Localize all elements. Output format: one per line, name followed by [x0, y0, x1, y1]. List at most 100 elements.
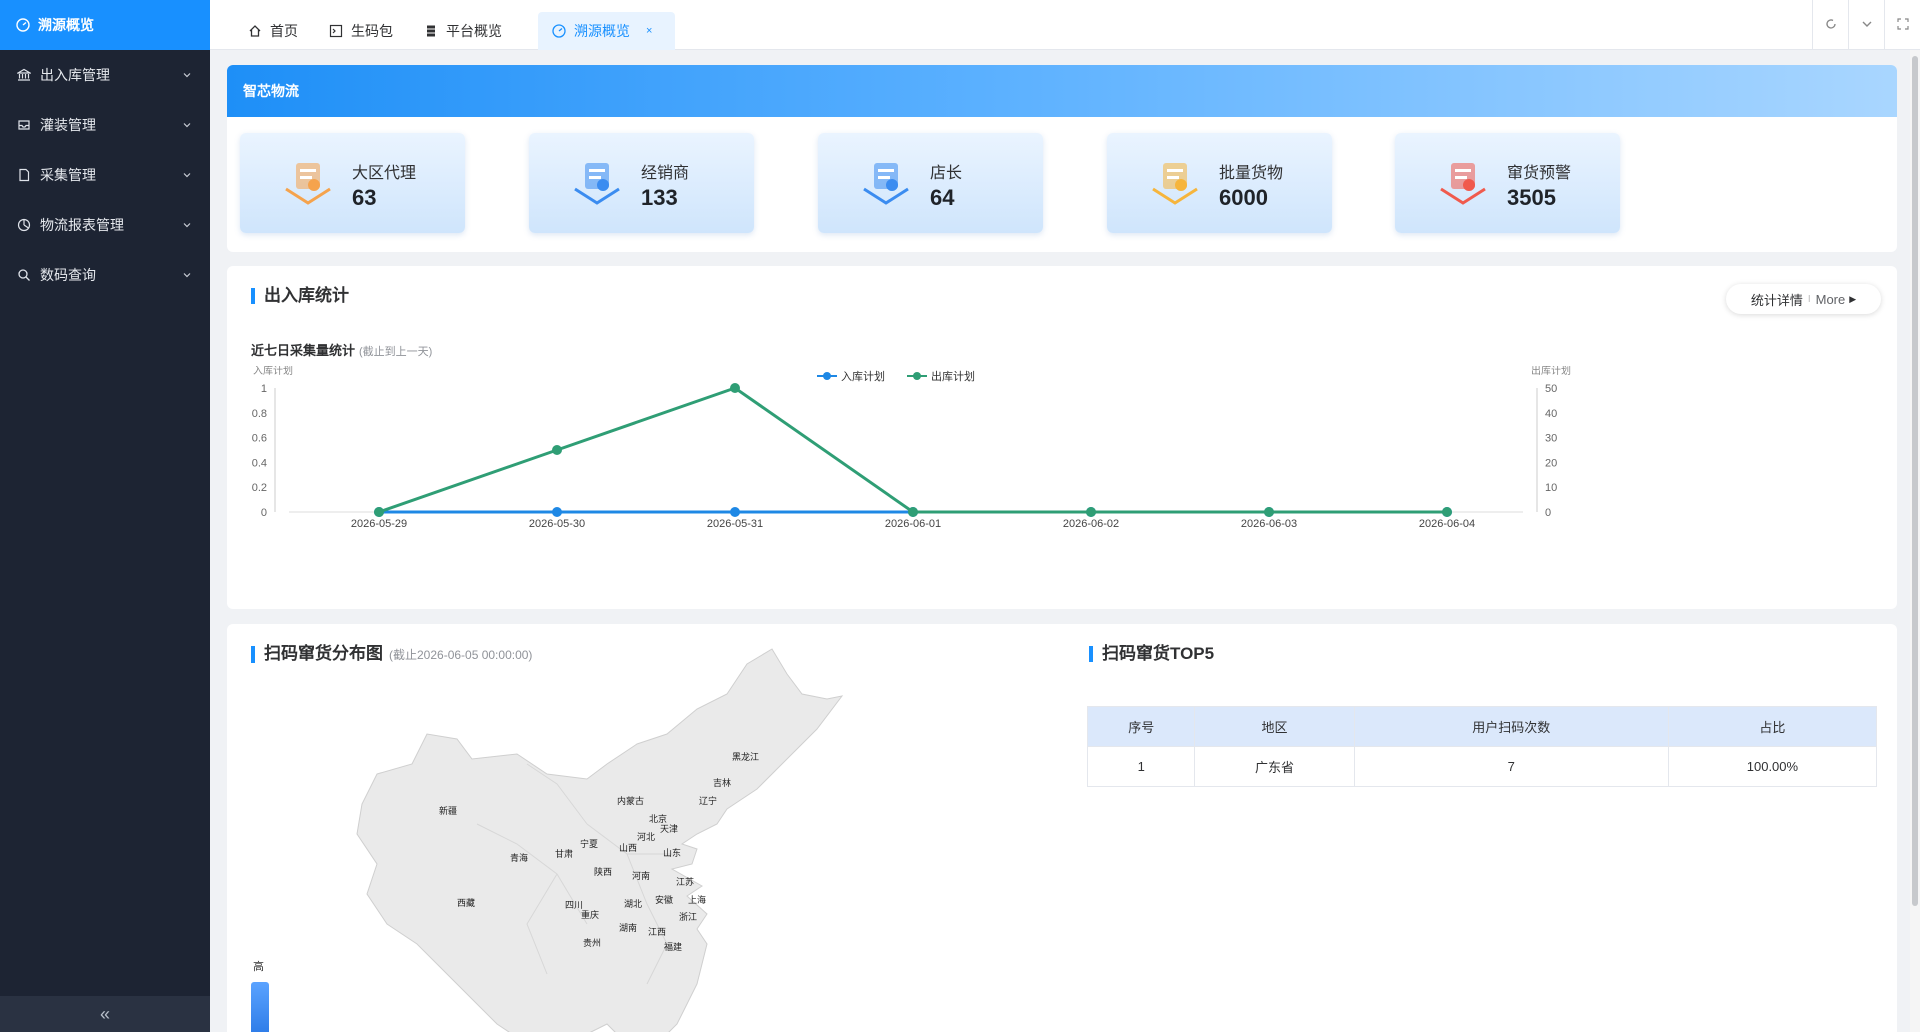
map-province-label[interactable]: 河北 — [637, 830, 655, 843]
stat-card[interactable]: 店长 64 — [818, 133, 1043, 233]
refresh-icon — [1824, 17, 1838, 34]
page-scrollbar[interactable] — [1910, 50, 1920, 1032]
map-province-label[interactable]: 黑龙江 — [732, 750, 759, 763]
top5-title: 扫码窜货TOP5 — [1089, 645, 1214, 662]
data-point-1 — [374, 507, 384, 517]
map-province-label[interactable]: 浙江 — [679, 910, 697, 923]
map-province-label[interactable]: 辽宁 — [699, 794, 717, 807]
stat-label: 店长 — [930, 165, 963, 182]
map-province-label[interactable]: 天津 — [660, 822, 678, 835]
sidebar-item-4[interactable]: 数码查询 — [0, 250, 210, 300]
sidebar-item-3[interactable]: 物流报表管理 — [0, 200, 210, 250]
tab-trace-overview[interactable]: 溯源概览 × — [538, 12, 675, 50]
map-province-label[interactable]: 湖北 — [624, 897, 642, 910]
document-icon — [16, 168, 32, 182]
more-label: 统计详情 — [1750, 292, 1803, 308]
tab-dropdown-button[interactable] — [1848, 0, 1884, 50]
table-cell: 广东省 — [1194, 746, 1355, 787]
stat-card[interactable]: 批量货物 6000 — [1107, 133, 1332, 233]
legend-label: 入库计划 — [841, 370, 885, 383]
y-tick-left-label: 1 — [261, 383, 267, 395]
map-province-label[interactable]: 山东 — [663, 846, 681, 859]
fullscreen-button[interactable] — [1884, 0, 1920, 50]
chevron-down-icon — [182, 70, 192, 80]
map-province-label[interactable]: 宁夏 — [580, 837, 598, 850]
double-chevron-left-icon: « — [99, 1003, 110, 1024]
map-province-label[interactable]: 上海 — [688, 893, 706, 906]
y-tick-left-label: 0.4 — [252, 457, 267, 469]
tab-platform-overview[interactable]: 平台概览 — [410, 12, 516, 50]
scrollbar-thumb[interactable] — [1912, 56, 1918, 906]
chevron-down-icon — [182, 170, 192, 180]
map-province-label[interactable]: 内蒙古 — [617, 794, 644, 807]
x-tick-label: 2026-06-03 — [1241, 518, 1297, 530]
map-province-label[interactable]: 吉林 — [713, 776, 731, 789]
map-province-label[interactable]: 福建 — [664, 940, 682, 953]
dashboard-icon — [16, 18, 30, 32]
stat-value: 3505 — [1507, 185, 1556, 210]
map-province-label[interactable]: 陕西 — [594, 865, 612, 878]
sidebar-item-2[interactable]: 采集管理 — [0, 150, 210, 200]
data-point-1 — [908, 507, 918, 517]
refresh-button[interactable] — [1812, 0, 1848, 50]
map-province-label[interactable]: 重庆 — [581, 908, 599, 921]
divider: I — [1807, 293, 1811, 305]
map-province-label[interactable]: 河南 — [632, 869, 650, 882]
map-province-label[interactable]: 湖南 — [619, 921, 637, 934]
data-point-0 — [552, 507, 562, 517]
cargo-icon — [1152, 163, 1198, 205]
column-header: 序号 — [1086, 706, 1196, 747]
map-province-label[interactable]: 江苏 — [676, 875, 694, 888]
tab-code-package[interactable]: 生码包 — [315, 12, 407, 50]
y-tick-right-label: 50 — [1545, 383, 1557, 395]
stat-label: 大区代理 — [352, 165, 417, 182]
stat-value: 63 — [352, 185, 377, 210]
stat-label: 经销商 — [641, 165, 690, 182]
sidebar-item-1[interactable]: 灌装管理 — [0, 100, 210, 150]
x-tick-label: 2026-05-31 — [707, 518, 763, 530]
sidebar-item-trace-overview[interactable]: 溯源概览 — [0, 0, 210, 50]
sidebar-item-label: 出入库管理 — [40, 67, 110, 83]
building-icon — [863, 163, 909, 205]
map-province-label[interactable]: 甘肃 — [555, 847, 573, 860]
china-map — [356, 648, 844, 1032]
sidebar-item-0[interactable]: 出入库管理 — [0, 50, 210, 100]
column-header: 用户扫码次数 — [1353, 706, 1669, 747]
dashboard-icon — [552, 24, 566, 38]
search-icon — [16, 268, 32, 282]
stat-card[interactable]: 窜货预警 3505 — [1395, 133, 1620, 233]
map-province-label[interactable]: 山西 — [619, 841, 637, 854]
pie-chart-icon — [16, 218, 32, 232]
tab-home[interactable]: 首页 — [234, 12, 312, 50]
x-tick-label: 2026-06-02 — [1063, 518, 1119, 530]
layers-icon — [285, 163, 331, 205]
io-stats-panel: 出入库统计 统计详情 I More ▶ 近七日采集量统计 (截止到上一天) 入库计… — [227, 266, 1897, 609]
map-province-label[interactable]: 江西 — [648, 925, 666, 938]
stat-card[interactable]: 经销商 133 — [529, 133, 754, 233]
table-row: 1 广东省 7 100.00% — [1086, 746, 1878, 787]
map-province-label[interactable]: 西藏 — [457, 896, 475, 909]
sidebar-item-label: 物流报表管理 — [40, 217, 124, 233]
close-icon[interactable]: × — [646, 25, 652, 37]
stat-card[interactable]: 大区代理 63 — [240, 133, 465, 233]
tab-label: 平台概览 — [446, 23, 502, 39]
subtitle-note: (截止到上一天) — [359, 346, 433, 358]
y-tick-left-label: 0.6 — [252, 433, 267, 445]
map-province-label[interactable]: 贵州 — [583, 936, 601, 949]
stat-value: 64 — [930, 185, 955, 210]
section-title: 出入库统计 — [251, 287, 349, 304]
map-province-label[interactable]: 安徽 — [655, 893, 673, 906]
stats-detail-button[interactable]: 统计详情 I More ▶ — [1726, 284, 1881, 314]
map-province-label[interactable]: 青海 — [510, 851, 528, 864]
tab-label: 溯源概览 — [574, 23, 630, 39]
caret-right-icon: ▶ — [1849, 293, 1857, 304]
map-province-label[interactable]: 新疆 — [439, 804, 457, 817]
home-icon — [248, 24, 262, 38]
line-chart: 入库计划 出库计划00.20.40.60.81010203040502026-05… — [252, 366, 1571, 530]
x-tick-label: 2026-05-29 — [351, 518, 407, 530]
chevron-down-icon — [182, 120, 192, 130]
column-header: 占比 — [1667, 706, 1878, 747]
map-legend-gradient[interactable] — [251, 982, 269, 1032]
legend-swatch-dot — [913, 372, 921, 380]
sidebar-collapse-button[interactable]: « — [0, 996, 210, 1032]
